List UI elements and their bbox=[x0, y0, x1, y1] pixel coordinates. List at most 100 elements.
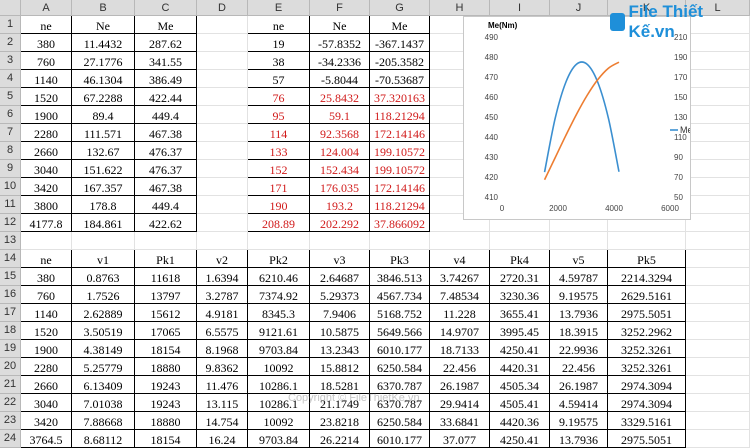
table3-cell[interactable]: 5649.566 bbox=[370, 322, 430, 340]
table3-cell[interactable]: 10092 bbox=[248, 358, 310, 376]
table3-header[interactable]: Pk5 bbox=[608, 250, 686, 268]
empty-cell[interactable] bbox=[686, 286, 750, 304]
table3-cell[interactable]: 19243 bbox=[135, 376, 197, 394]
row-header[interactable]: 17 bbox=[0, 304, 21, 322]
table1-cell[interactable]: 1140 bbox=[21, 70, 72, 88]
table2-header[interactable]: Ne bbox=[310, 16, 370, 34]
table2-cell[interactable]: 57 bbox=[248, 70, 310, 88]
empty-cell[interactable] bbox=[686, 322, 750, 340]
table1-cell[interactable]: 89.4 bbox=[72, 106, 135, 124]
table2-cell[interactable]: 199.10572 bbox=[370, 142, 430, 160]
table2-cell[interactable]: -5.8044 bbox=[310, 70, 370, 88]
table3-cell[interactable]: 7.48534 bbox=[430, 286, 490, 304]
table1-cell[interactable]: 449.4 bbox=[135, 196, 197, 214]
column-header[interactable]: J bbox=[550, 0, 608, 16]
table3-cell[interactable]: 3252.3261 bbox=[608, 340, 686, 358]
table3-cell[interactable]: 4.59787 bbox=[550, 268, 608, 286]
table3-cell[interactable]: 7.9406 bbox=[310, 304, 370, 322]
empty-cell[interactable] bbox=[430, 232, 490, 250]
table3-cell[interactable]: 3252.2962 bbox=[608, 322, 686, 340]
row-header[interactable]: 13 bbox=[0, 232, 21, 250]
table3-cell[interactable]: 1520 bbox=[21, 322, 72, 340]
row-header[interactable]: 21 bbox=[0, 376, 21, 394]
table3-cell[interactable]: 1140 bbox=[21, 304, 72, 322]
table3-cell[interactable]: 4.9181 bbox=[197, 304, 248, 322]
empty-cell[interactable] bbox=[686, 304, 750, 322]
empty-cell[interactable] bbox=[550, 232, 608, 250]
table2-cell[interactable]: 124.004 bbox=[310, 142, 370, 160]
empty-cell[interactable] bbox=[686, 232, 750, 250]
row-header[interactable]: 3 bbox=[0, 52, 21, 70]
me-chart[interactable]: Me(Nm) 410 420 430 440 450 460 470 480 490 50 70 90 1… bbox=[463, 16, 691, 220]
table1-cell[interactable]: 386.49 bbox=[135, 70, 197, 88]
table3-cell[interactable]: 3.50519 bbox=[72, 322, 135, 340]
table3-header[interactable]: v1 bbox=[72, 250, 135, 268]
table3-cell[interactable]: 9.19575 bbox=[550, 286, 608, 304]
table2-cell[interactable]: 172.14146 bbox=[370, 178, 430, 196]
empty-cell[interactable] bbox=[686, 394, 750, 412]
table3-cell[interactable]: 2629.5161 bbox=[608, 286, 686, 304]
table1-cell[interactable]: 476.37 bbox=[135, 142, 197, 160]
table3-cell[interactable]: 29.9414 bbox=[430, 394, 490, 412]
table3-cell[interactable]: 4567.734 bbox=[370, 286, 430, 304]
empty-cell[interactable] bbox=[197, 16, 248, 34]
table3-cell[interactable]: 4250.41 bbox=[490, 430, 550, 448]
empty-cell[interactable] bbox=[197, 196, 248, 214]
table3-cell[interactable]: 6.13409 bbox=[72, 376, 135, 394]
table3-cell[interactable]: 9.8362 bbox=[197, 358, 248, 376]
table3-cell[interactable]: 6.5575 bbox=[197, 322, 248, 340]
table2-header[interactable]: Me bbox=[370, 16, 430, 34]
table3-cell[interactable]: 4.38149 bbox=[72, 340, 135, 358]
empty-cell[interactable] bbox=[686, 340, 750, 358]
row-header[interactable]: 12 bbox=[0, 214, 21, 232]
table3-cell[interactable]: 26.1987 bbox=[430, 376, 490, 394]
table3-header[interactable]: Pk2 bbox=[248, 250, 310, 268]
table1-cell[interactable]: 132.67 bbox=[72, 142, 135, 160]
row-header[interactable]: 7 bbox=[0, 124, 21, 142]
table3-cell[interactable]: 3995.45 bbox=[490, 322, 550, 340]
empty-cell[interactable] bbox=[686, 412, 750, 430]
column-header[interactable]: F bbox=[310, 0, 370, 16]
table3-cell[interactable]: 33.6841 bbox=[430, 412, 490, 430]
table3-cell[interactable]: 8345.3 bbox=[248, 304, 310, 322]
table3-cell[interactable]: 380 bbox=[21, 268, 72, 286]
empty-cell[interactable] bbox=[197, 232, 248, 250]
table3-cell[interactable]: 22.9936 bbox=[550, 340, 608, 358]
row-header[interactable]: 6 bbox=[0, 106, 21, 124]
table3-header[interactable]: ne bbox=[21, 250, 72, 268]
table3-header[interactable]: v4 bbox=[430, 250, 490, 268]
table3-cell[interactable]: 2214.3294 bbox=[608, 268, 686, 286]
table3-header[interactable]: Pk4 bbox=[490, 250, 550, 268]
table3-cell[interactable]: 23.8218 bbox=[310, 412, 370, 430]
column-header[interactable]: G bbox=[370, 0, 430, 16]
empty-cell[interactable] bbox=[686, 70, 750, 88]
table1-cell[interactable]: 467.38 bbox=[135, 178, 197, 196]
table1-cell[interactable]: 11.4432 bbox=[72, 34, 135, 52]
table3-cell[interactable]: 5.25779 bbox=[72, 358, 135, 376]
table1-cell[interactable]: 760 bbox=[21, 52, 72, 70]
table2-cell[interactable]: 37.320163 bbox=[370, 88, 430, 106]
table2-cell[interactable]: -34.2336 bbox=[310, 52, 370, 70]
table1-cell[interactable]: 167.357 bbox=[72, 178, 135, 196]
column-header[interactable]: E bbox=[248, 0, 310, 16]
table3-cell[interactable]: 2280 bbox=[21, 358, 72, 376]
table1-cell[interactable]: 111.571 bbox=[72, 124, 135, 142]
empty-cell[interactable] bbox=[686, 376, 750, 394]
table1-cell[interactable]: 27.1776 bbox=[72, 52, 135, 70]
table3-cell[interactable]: 6250.584 bbox=[370, 358, 430, 376]
table1-cell[interactable]: 422.44 bbox=[135, 88, 197, 106]
table3-cell[interactable]: 18.3915 bbox=[550, 322, 608, 340]
table3-cell[interactable]: 4505.34 bbox=[490, 376, 550, 394]
table3-cell[interactable]: 10.5875 bbox=[310, 322, 370, 340]
table2-header[interactable]: ne bbox=[248, 16, 310, 34]
table3-cell[interactable]: 9121.61 bbox=[248, 322, 310, 340]
table3-cell[interactable]: 6010.177 bbox=[370, 430, 430, 448]
table1-cell[interactable]: 3040 bbox=[21, 160, 72, 178]
table3-cell[interactable]: 18154 bbox=[135, 340, 197, 358]
table2-cell[interactable]: 37.866092 bbox=[370, 214, 430, 232]
table1-header[interactable]: Ne bbox=[72, 16, 135, 34]
table2-cell[interactable]: -367.1437 bbox=[370, 34, 430, 52]
empty-cell[interactable] bbox=[248, 232, 310, 250]
table1-cell[interactable]: 1900 bbox=[21, 106, 72, 124]
table3-cell[interactable]: 7374.92 bbox=[248, 286, 310, 304]
